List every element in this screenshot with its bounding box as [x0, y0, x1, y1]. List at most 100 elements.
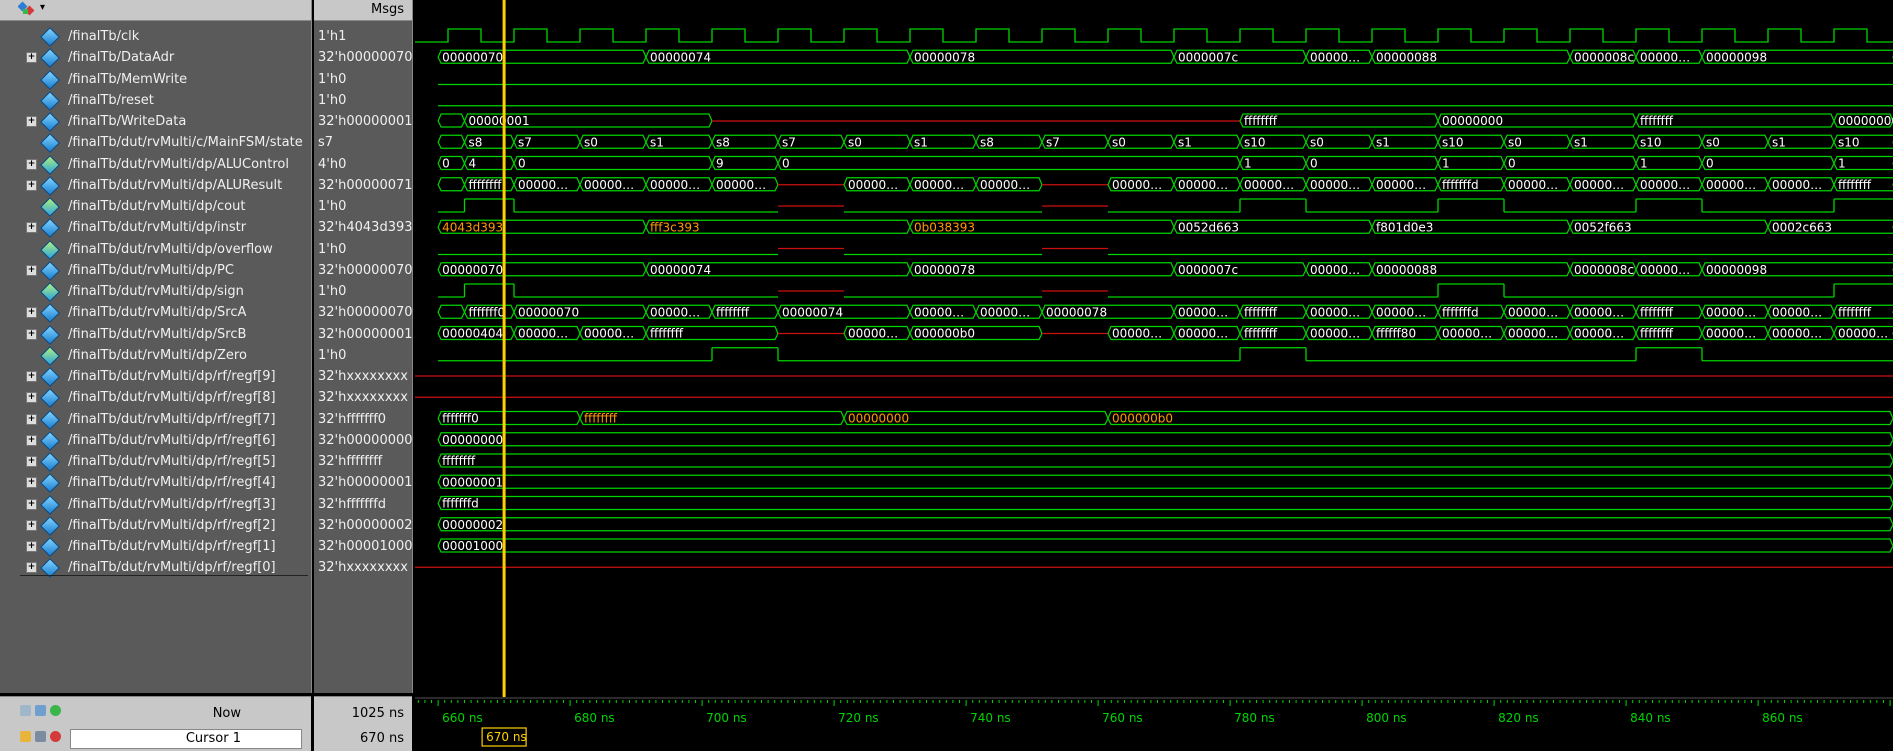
expand-icon[interactable]: +: [26, 371, 37, 382]
waveform-canvas[interactable]: 00000070 00000074 00000078 0000007c 00000… 00…: [415, 0, 1893, 750]
expand-icon[interactable]: +: [26, 456, 37, 467]
waveform-row[interactable]: ffffffff: [437, 453, 1893, 468]
waveform-row[interactable]: [438, 247, 1893, 256]
waveform-row[interactable]: 00000000: [437, 432, 1893, 447]
expand-icon[interactable]: +: [26, 222, 37, 234]
signal-row[interactable]: /finalTb/clk: [0, 26, 311, 47]
expand-icon[interactable]: +: [26, 392, 37, 404]
signal-row[interactable]: + /finalTb/dut/rvMulti/dp/rf/regf[1]: [0, 536, 311, 557]
signal-row[interactable]: /finalTb/MemWrite: [0, 69, 311, 90]
signal-name[interactable]: /finalTb/clk: [68, 29, 139, 44]
signal-row[interactable]: + /finalTb/dut/rvMulti/dp/SrcA: [0, 302, 311, 324]
waveform-row[interactable]: ffffffff 00000… 00000… 00000… 00000… 00000… 00…: [437, 177, 1893, 192]
signal-row[interactable]: + /finalTb/dut/rvMulti/dp/rf/regf[4]: [0, 472, 311, 494]
expand-icon[interactable]: +: [26, 541, 37, 552]
signal-name[interactable]: /finalTb/dut/rvMulti/dp/ALUResult: [68, 178, 282, 193]
signal-name[interactable]: /finalTb/dut/rvMulti/dp/SrcB: [68, 327, 246, 342]
waveform-row[interactable]: [438, 198, 1893, 213]
signal-row[interactable]: + /finalTb/dut/rvMulti/dp/rf/regf[3]: [0, 494, 311, 515]
waveform-row[interactable]: 00000001: [437, 474, 1893, 489]
waveform-row[interactable]: fffffff0 00000070 00000… ffffffff 00000074 00…: [437, 304, 1893, 319]
waveform-row[interactable]: [438, 347, 1893, 362]
expand-icon[interactable]: +: [26, 519, 37, 531]
toolbar-dropdown-icon[interactable]: ▾: [40, 2, 45, 13]
signal-name[interactable]: /finalTb/dut/rvMulti/dp/rf/regf[1]: [68, 539, 276, 554]
edit-cursor-icon[interactable]: [35, 705, 46, 716]
signal-name[interactable]: /finalTb/dut/rvMulti/dp/ALUControl: [68, 157, 289, 172]
signal-name[interactable]: /finalTb/dut/rvMulti/dp/rf/regf[8]: [68, 390, 276, 405]
signal-name[interactable]: /finalTb/DataAdr: [68, 50, 174, 65]
signal-name[interactable]: /finalTb/dut/rvMulti/dp/rf/regf[0]: [68, 560, 276, 575]
signal-row[interactable]: + /finalTb/WriteData: [0, 111, 311, 132]
signal-row[interactable]: /finalTb/dut/rvMulti/c/MainFSM/state: [0, 132, 311, 154]
signal-name[interactable]: /finalTb/dut/rvMulti/dp/PC: [68, 263, 234, 278]
signal-name[interactable]: /finalTb/dut/rvMulti/c/MainFSM/state: [68, 135, 303, 150]
delete-cursor-icon[interactable]: [50, 731, 61, 742]
signal-row[interactable]: + /finalTb/dut/rvMulti/dp/rf/regf[7]: [0, 409, 311, 430]
signal-row[interactable]: + /finalTb/dut/rvMulti/dp/PC: [0, 260, 311, 281]
signal-row[interactable]: + /finalTb/dut/rvMulti/dp/SrcB: [0, 324, 311, 345]
signal-row[interactable]: + /finalTb/dut/rvMulti/dp/rf/regf[5]: [0, 451, 311, 472]
expand-icon[interactable]: +: [26, 328, 37, 340]
waveform-pane[interactable]: 00000070 00000074 00000078 0000007c 00000… 00…: [415, 0, 1893, 750]
expand-icon[interactable]: +: [26, 179, 37, 191]
signal-name[interactable]: /finalTb/dut/rvMulti/dp/rf/regf[4]: [68, 475, 276, 490]
add-cursor-icon[interactable]: [20, 705, 31, 716]
signal-name[interactable]: /finalTb/dut/rvMulti/dp/rf/regf[6]: [68, 433, 276, 448]
signal-name[interactable]: /finalTb/dut/rvMulti/dp/rf/regf[7]: [68, 412, 276, 427]
insert-cursor-icon[interactable]: [50, 705, 61, 716]
waveform-row[interactable]: 0 4 0 9 0 1 0 1 0 1 0 1: [437, 155, 1893, 171]
waveform-row[interactable]: [415, 28, 1893, 43]
waveform-row[interactable]: 00000070 00000074 00000078 0000007c 00000… 00…: [437, 49, 1893, 64]
expand-icon[interactable]: +: [26, 498, 37, 510]
signal-row[interactable]: + /finalTb/dut/rvMulti/dp/ALUControl: [0, 154, 311, 175]
signal-name[interactable]: /finalTb/reset: [68, 93, 154, 108]
waveform-row[interactable]: 00000070 00000074 00000078 0000007c 00000… 00…: [437, 262, 1893, 277]
signal-row[interactable]: + /finalTb/dut/rvMulti/dp/rf/regf[2]: [0, 515, 311, 536]
signal-name[interactable]: /finalTb/dut/rvMulti/dp/rf/regf[3]: [68, 497, 276, 512]
signal-name[interactable]: /finalTb/dut/rvMulti/dp/overflow: [68, 242, 273, 257]
expand-icon[interactable]: +: [26, 434, 37, 446]
waveform-row[interactable]: 00001000: [437, 538, 1893, 553]
signal-name[interactable]: /finalTb/dut/rvMulti/dp/sign: [68, 284, 244, 299]
waveform-row[interactable]: fffffffd: [437, 495, 1893, 511]
signal-name[interactable]: /finalTb/dut/rvMulti/dp/rf/regf[9]: [68, 369, 276, 384]
waveform-row[interactable]: 4043d393 fff3c393 0b038393 0052d663 f801d0e3…: [437, 219, 1893, 234]
signal-row[interactable]: + /finalTb/dut/rvMulti/dp/rf/regf[8]: [0, 387, 311, 409]
signal-row[interactable]: + /finalTb/dut/rvMulti/dp/rf/regf[9]: [0, 366, 311, 387]
signal-row[interactable]: /finalTb/dut/rvMulti/dp/Zero: [0, 345, 311, 366]
signal-name[interactable]: /finalTb/WriteData: [68, 114, 186, 129]
expand-icon[interactable]: +: [26, 562, 37, 574]
waveform-row[interactable]: 00000001 ffffffff 00000000 ffffffff 00000000: [437, 113, 1893, 128]
signal-row[interactable]: /finalTb/dut/rvMulti/dp/sign: [0, 281, 311, 302]
wave-toolbar-icon[interactable]: [18, 1, 36, 17]
expand-icon[interactable]: +: [26, 116, 37, 127]
signal-name[interactable]: /finalTb/dut/rvMulti/dp/instr: [68, 220, 246, 235]
signal-row[interactable]: + /finalTb/dut/rvMulti/dp/ALUResult: [0, 175, 311, 196]
expand-icon[interactable]: +: [26, 52, 37, 64]
signal-row[interactable]: + /finalTb/DataAdr: [0, 47, 311, 69]
wrench-icon[interactable]: [35, 731, 46, 742]
expand-icon[interactable]: +: [26, 158, 37, 170]
signal-row[interactable]: /finalTb/dut/rvMulti/dp/overflow: [0, 239, 311, 260]
signal-row[interactable]: /finalTb/reset: [0, 90, 311, 111]
waveform-row[interactable]: fffffff0 ffffffff 00000000 000000b0: [437, 410, 1893, 426]
signal-name[interactable]: /finalTb/dut/rvMulti/dp/cout: [68, 199, 245, 214]
expand-icon[interactable]: +: [26, 477, 37, 489]
expand-icon[interactable]: +: [26, 307, 37, 319]
signal-name[interactable]: /finalTb/dut/rvMulti/dp/SrcA: [68, 305, 246, 320]
cursor-line[interactable]: [502, 0, 506, 715]
signal-row[interactable]: + /finalTb/dut/rvMulti/dp/instr: [0, 217, 311, 239]
expand-icon[interactable]: +: [26, 264, 37, 276]
waveform-row[interactable]: [438, 283, 1893, 298]
signal-name[interactable]: /finalTb/MemWrite: [68, 72, 187, 87]
waveform-row[interactable]: 00000404 00000… 00000… ffffffff 00000… 000000…: [437, 325, 1893, 341]
signal-row[interactable]: /finalTb/dut/rvMulti/dp/cout: [0, 196, 311, 217]
waveform-row[interactable]: 00000002: [437, 517, 1893, 532]
signal-row[interactable]: + /finalTb/dut/rvMulti/dp/rf/regf[6]: [0, 430, 311, 451]
expand-icon[interactable]: +: [26, 413, 37, 425]
signal-name[interactable]: /finalTb/dut/rvMulti/dp/rf/regf[5]: [68, 454, 276, 469]
signal-name[interactable]: /finalTb/dut/rvMulti/dp/rf/regf[2]: [68, 518, 276, 533]
signal-name[interactable]: /finalTb/dut/rvMulti/dp/Zero: [68, 348, 247, 363]
waveform-row[interactable]: s8 s7 s0 s1 s8 s7 s0 s1 s8 s7 s0 s1 s10 s0 s1 s10 s0 s1 s1…: [437, 134, 1893, 149]
